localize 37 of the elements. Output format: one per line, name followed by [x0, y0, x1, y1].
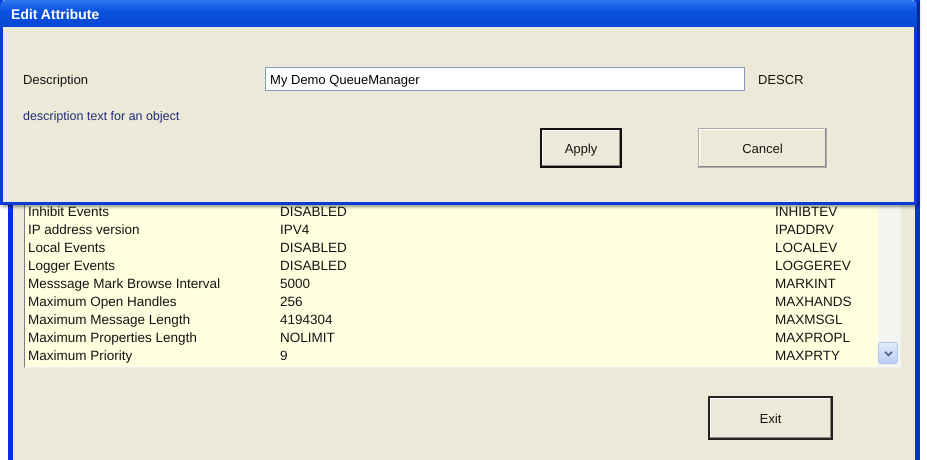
attribute-name: Maximum Open Handles	[28, 293, 178, 311]
attribute-name: IP address version	[28, 221, 141, 239]
attribute-value: NOLIMIT	[280, 329, 336, 347]
parameter-name: LOCALEV	[775, 239, 838, 257]
attribute-name: Local Events	[28, 239, 106, 257]
attribute-name: Maximum Properties Length	[28, 329, 198, 347]
parameter-name: LOGGEREV	[775, 257, 851, 275]
exit-button[interactable]: Exit	[708, 396, 833, 440]
attribute-value: DISABLED	[280, 257, 348, 275]
parameter-name: DESCR	[758, 72, 804, 86]
window-title: Edit Attribute	[11, 6, 100, 22]
help-text: description text for an object	[23, 109, 180, 123]
attribute-name: Logger Events	[28, 257, 116, 275]
field-label: Description	[23, 72, 90, 86]
attribute-name: Messsage Mark Browse Interval	[28, 275, 222, 293]
attribute-value: 5000	[280, 275, 312, 293]
parameter-name: MARKINT	[775, 275, 836, 293]
attribute-value: IPV4	[280, 221, 310, 239]
scroll-down-button[interactable]	[878, 342, 898, 364]
attribute-value: DISABLED	[280, 239, 348, 257]
apply-button[interactable]: Apply	[540, 128, 622, 168]
parameter-name: MAXMSGL	[775, 311, 843, 329]
parameter-name: IPADDRV	[775, 221, 834, 239]
attribute-value: 9	[280, 347, 289, 365]
attribute-value: 4194304	[280, 311, 334, 329]
cancel-button[interactable]: Cancel	[698, 128, 827, 168]
attribute-name: Maximum Message Length	[28, 311, 192, 329]
attribute-value: 256	[280, 293, 304, 311]
chevron-down-icon	[884, 348, 892, 358]
parameter-name: MAXPROPL	[775, 329, 850, 347]
parameter-name: INHIBTEV	[775, 203, 838, 221]
parameter-name: MAXPRTY	[775, 347, 840, 365]
description-input[interactable]: My Demo QueueManager	[265, 67, 745, 91]
attribute-value: DISABLED	[280, 203, 348, 221]
attribute-name: Inhibit Events	[28, 203, 110, 221]
parameter-name: MAXHANDS	[775, 293, 852, 311]
attribute-name: Maximum Priority	[28, 347, 134, 365]
